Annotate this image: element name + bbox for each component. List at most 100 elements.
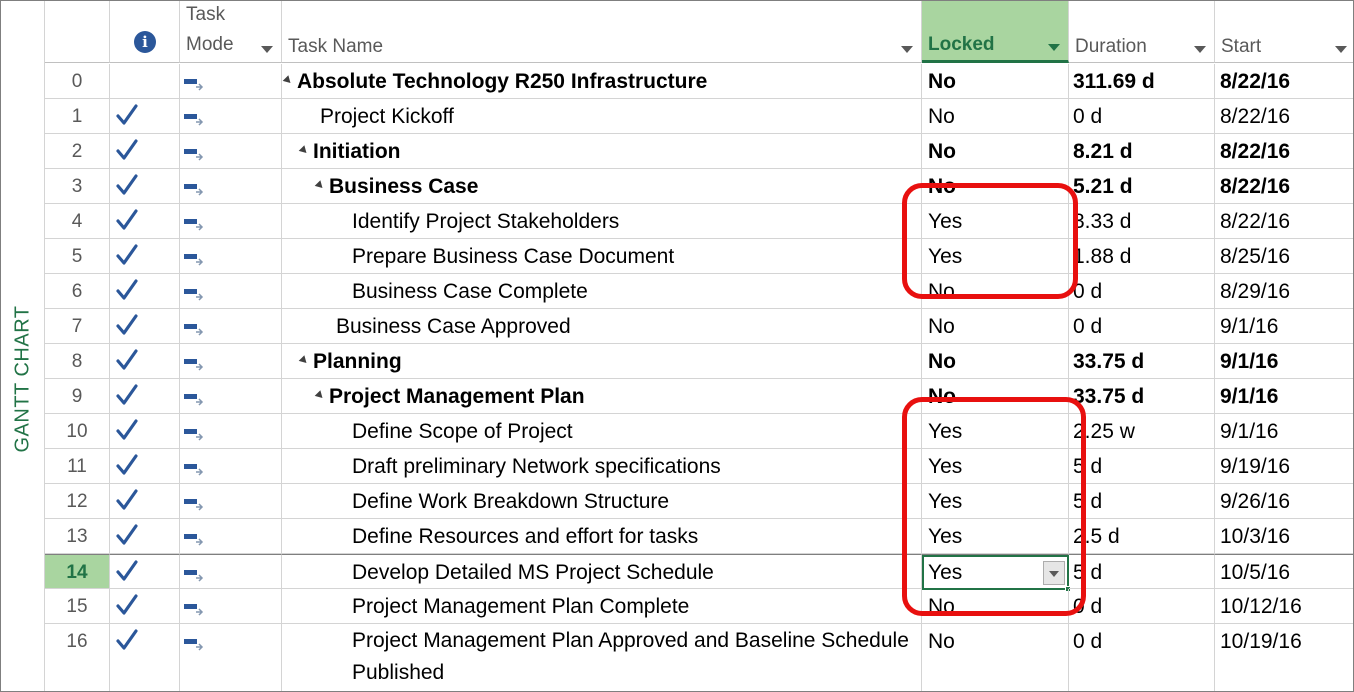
locked-cell[interactable]: No xyxy=(922,64,1069,99)
locked-combo-editor[interactable]: Yes xyxy=(922,555,1071,592)
duration-cell[interactable]: 33.75 d xyxy=(1069,379,1215,414)
chevron-down-icon[interactable] xyxy=(1048,44,1060,51)
table-row[interactable]: 2 Initiation No 8.21 d 8/22/16 xyxy=(45,134,1353,169)
collapse-triangle-icon[interactable] xyxy=(314,390,326,401)
task-name-cell[interactable]: Define Work Breakdown Structure xyxy=(282,484,922,519)
row-id-cell[interactable]: 8 xyxy=(45,344,110,379)
locked-cell[interactable]: No xyxy=(922,134,1069,169)
collapse-triangle-icon[interactable] xyxy=(282,75,294,86)
indicator-cell[interactable] xyxy=(110,169,180,204)
task-mode-cell[interactable] xyxy=(180,449,282,484)
table-row[interactable]: 9 Project Management Plan No 33.75 d 9/1/16 xyxy=(45,379,1353,414)
header-start[interactable]: Start xyxy=(1215,1,1353,63)
locked-cell[interactable]: No xyxy=(922,379,1069,414)
duration-cell[interactable]: 0 d xyxy=(1069,589,1215,624)
locked-cell[interactable]: Yes xyxy=(922,449,1069,484)
row-id-cell[interactable]: 14 xyxy=(45,554,110,589)
table-row[interactable]: 7 Business Case Approved No 0 d 9/1/16 xyxy=(45,309,1353,344)
table-row[interactable]: 0 Absolute Technology R250 Infrastructure… xyxy=(45,64,1353,99)
indicator-cell[interactable] xyxy=(110,589,180,624)
locked-cell[interactable]: Yes xyxy=(922,204,1069,239)
table-row[interactable]: 11 Draft preliminary Network specificatio… xyxy=(45,449,1353,484)
duration-cell[interactable]: 311.69 d xyxy=(1069,64,1215,99)
collapse-triangle-icon[interactable] xyxy=(298,355,310,366)
table-row[interactable]: 6 Business Case Complete No 0 d 8/29/16 xyxy=(45,274,1353,309)
task-mode-cell[interactable] xyxy=(180,589,282,624)
header-duration[interactable]: Duration xyxy=(1069,1,1215,63)
locked-cell[interactable]: No xyxy=(922,589,1069,624)
duration-cell[interactable]: 5 d xyxy=(1069,449,1215,484)
chevron-down-icon[interactable] xyxy=(1335,46,1347,53)
indicator-cell[interactable] xyxy=(110,239,180,274)
duration-cell[interactable]: 0 d xyxy=(1069,624,1215,691)
row-id-cell[interactable]: 1 xyxy=(45,99,110,134)
start-cell[interactable]: 10/5/16 xyxy=(1215,554,1353,589)
duration-cell[interactable]: 0 d xyxy=(1069,274,1215,309)
row-id-cell[interactable]: 4 xyxy=(45,204,110,239)
task-mode-cell[interactable] xyxy=(180,309,282,344)
row-id-cell[interactable]: 7 xyxy=(45,309,110,344)
row-id-cell[interactable]: 3 xyxy=(45,169,110,204)
duration-cell[interactable]: 33.75 d xyxy=(1069,344,1215,379)
task-name-cell[interactable]: Project Kickoff xyxy=(282,99,922,134)
locked-cell[interactable]: No xyxy=(922,274,1069,309)
duration-cell[interactable]: 5 d xyxy=(1069,484,1215,519)
start-cell[interactable]: 9/19/16 xyxy=(1215,449,1353,484)
start-cell[interactable]: 10/3/16 xyxy=(1215,519,1353,554)
header-indicators[interactable]: i xyxy=(110,1,180,63)
start-cell[interactable]: 8/22/16 xyxy=(1215,204,1353,239)
start-cell[interactable]: 10/12/16 xyxy=(1215,589,1353,624)
header-row-id-corner[interactable] xyxy=(45,1,110,63)
row-id-cell[interactable]: 9 xyxy=(45,379,110,414)
chevron-down-icon[interactable] xyxy=(901,46,913,53)
row-id-cell[interactable]: 11 xyxy=(45,449,110,484)
collapse-triangle-icon[interactable] xyxy=(298,145,310,156)
chevron-down-icon[interactable] xyxy=(1194,46,1206,53)
task-name-cell[interactable]: Project Management Plan xyxy=(282,379,922,414)
locked-cell[interactable]: Yes xyxy=(922,414,1069,449)
task-mode-cell[interactable] xyxy=(180,134,282,169)
table-row[interactable]: 5 Prepare Business Case Document Yes 1.88 d… xyxy=(45,239,1353,274)
task-name-cell[interactable]: Project Management Plan Approved and Bas… xyxy=(282,624,922,691)
indicator-cell[interactable] xyxy=(110,414,180,449)
duration-cell[interactable]: 2.25 w xyxy=(1069,414,1215,449)
row-id-cell[interactable]: 0 xyxy=(45,64,110,99)
locked-cell[interactable]: No xyxy=(922,309,1069,344)
task-name-cell[interactable]: Identify Project Stakeholders xyxy=(282,204,922,239)
row-id-cell[interactable]: 16 xyxy=(45,624,110,691)
task-name-cell[interactable]: Planning xyxy=(282,344,922,379)
table-row[interactable]: 3 Business Case No 5.21 d 8/22/16 xyxy=(45,169,1353,204)
task-name-cell[interactable]: Define Scope of Project xyxy=(282,414,922,449)
task-mode-cell[interactable] xyxy=(180,239,282,274)
table-row[interactable]: 14 Develop Detailed MS Project Schedule Ye… xyxy=(45,554,1353,592)
indicator-cell[interactable] xyxy=(110,519,180,554)
task-name-cell[interactable]: Business Case Complete xyxy=(282,274,922,309)
indicator-cell[interactable] xyxy=(110,274,180,309)
indicator-cell[interactable] xyxy=(110,554,180,589)
start-cell[interactable]: 8/29/16 xyxy=(1215,274,1353,309)
task-mode-cell[interactable] xyxy=(180,519,282,554)
task-name-cell[interactable]: Draft preliminary Network specifications xyxy=(282,449,922,484)
locked-cell[interactable]: Yes xyxy=(922,554,1071,592)
task-mode-cell[interactable] xyxy=(180,624,282,691)
task-name-cell[interactable]: Business Case Approved xyxy=(282,309,922,344)
start-cell[interactable]: 8/22/16 xyxy=(1215,99,1353,134)
table-row[interactable]: 8 Planning No 33.75 d 9/1/16 xyxy=(45,344,1353,379)
task-name-cell[interactable]: Define Resources and effort for tasks xyxy=(282,519,922,554)
table-row[interactable]: 4 Identify Project Stakeholders Yes 3.33 d8… xyxy=(45,204,1353,239)
start-cell[interactable]: 9/1/16 xyxy=(1215,379,1353,414)
indicator-cell[interactable] xyxy=(110,309,180,344)
start-cell[interactable]: 8/22/16 xyxy=(1215,169,1353,204)
task-mode-cell[interactable] xyxy=(180,274,282,309)
duration-cell[interactable]: 3.33 d xyxy=(1069,204,1215,239)
duration-cell[interactable]: 1.88 d xyxy=(1069,239,1215,274)
start-cell[interactable]: 9/1/16 xyxy=(1215,344,1353,379)
task-mode-cell[interactable] xyxy=(180,204,282,239)
locked-cell[interactable]: Yes xyxy=(922,239,1069,274)
indicator-cell[interactable] xyxy=(110,484,180,519)
task-mode-cell[interactable] xyxy=(180,554,282,589)
indicator-cell[interactable] xyxy=(110,64,180,99)
chevron-down-icon[interactable] xyxy=(261,46,273,53)
start-cell[interactable]: 9/1/16 xyxy=(1215,309,1353,344)
table-row[interactable]: 15 Project Management Plan Complete No 0 d1… xyxy=(45,589,1353,624)
